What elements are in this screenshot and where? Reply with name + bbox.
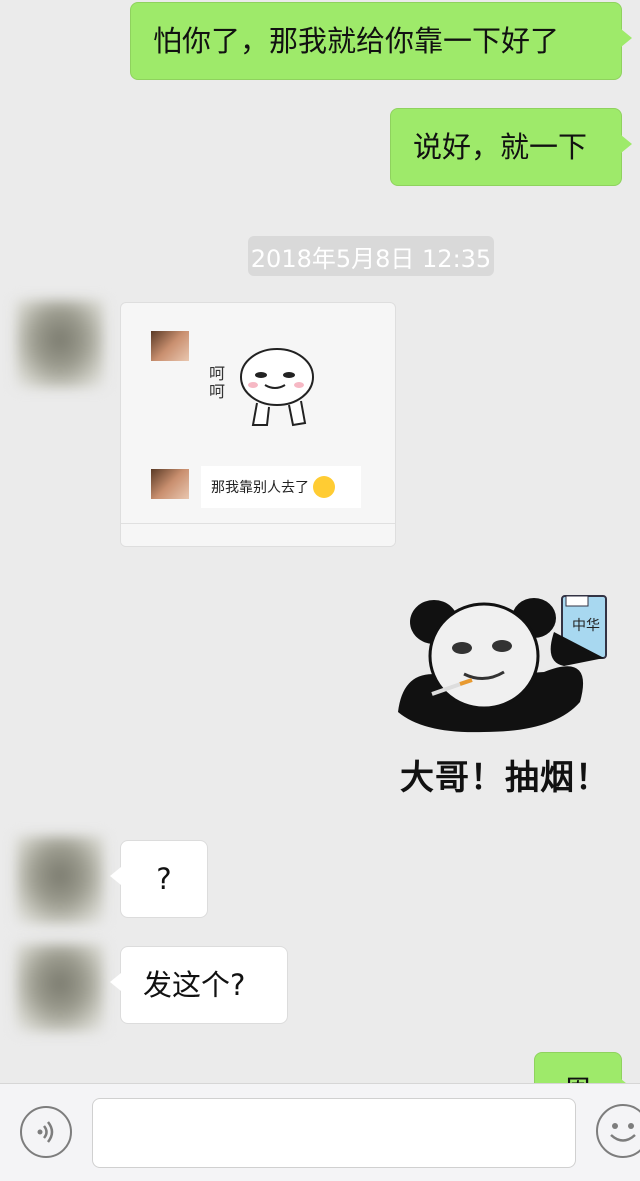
contact-avatar[interactable] xyxy=(16,300,104,388)
message-text: 怕你了，那我就给你靠一下好了 xyxy=(153,23,560,58)
contact-avatar[interactable] xyxy=(16,944,104,1032)
card-footer xyxy=(121,523,395,546)
panda-sticker[interactable]: 中华 大哥！抽烟！ xyxy=(394,592,620,798)
emoji-button[interactable] xyxy=(596,1104,640,1158)
chat-input-bar xyxy=(0,1083,640,1181)
message-text: 说好，就一下 xyxy=(413,129,588,164)
voice-button[interactable] xyxy=(20,1106,72,1158)
forwarded-message: 那我靠别人去了 xyxy=(201,466,361,508)
forwarded-message-text: 那我靠别人去了 xyxy=(211,480,309,496)
white-bun-sticker xyxy=(240,348,314,427)
mini-avatar xyxy=(151,331,189,361)
forwarded-chat-card[interactable]: 呵呵 那我靠别人去了 xyxy=(120,302,396,547)
sticker-pack-label: 中华 xyxy=(572,618,600,634)
embarrassed-emoji-icon xyxy=(313,476,335,498)
chat-area[interactable]: 怕你了，那我就给你靠一下好了 说好，就一下 2018年5月8日 12:35 呵呵… xyxy=(0,0,640,1083)
message-bubble-received[interactable]: 发这个? xyxy=(110,946,288,1024)
panda-smoking-sticker: 中华 xyxy=(398,595,607,733)
emoji-icon xyxy=(610,1123,636,1142)
message-bubble-received[interactable]: ? xyxy=(110,840,208,918)
message-bubble-sent[interactable]: 说好，就一下 xyxy=(390,108,632,186)
mini-avatar xyxy=(151,469,189,499)
sticker-caption: 大哥！抽烟！ xyxy=(400,758,610,798)
message-bubble-sent[interactable]: 怕你了，那我就给你靠一下好了 xyxy=(130,2,632,80)
sticker-laugh-text: 呵呵 xyxy=(209,364,226,401)
message-bubble-sent[interactable]: 恩 xyxy=(534,1052,632,1083)
voice-icon xyxy=(37,1121,54,1143)
message-input[interactable] xyxy=(92,1098,576,1168)
message-text: 发这个? xyxy=(143,967,246,1002)
message-text: ? xyxy=(156,861,172,896)
message-timestamp: 2018年5月8日 12:35 xyxy=(248,236,494,276)
contact-avatar[interactable] xyxy=(16,836,104,924)
